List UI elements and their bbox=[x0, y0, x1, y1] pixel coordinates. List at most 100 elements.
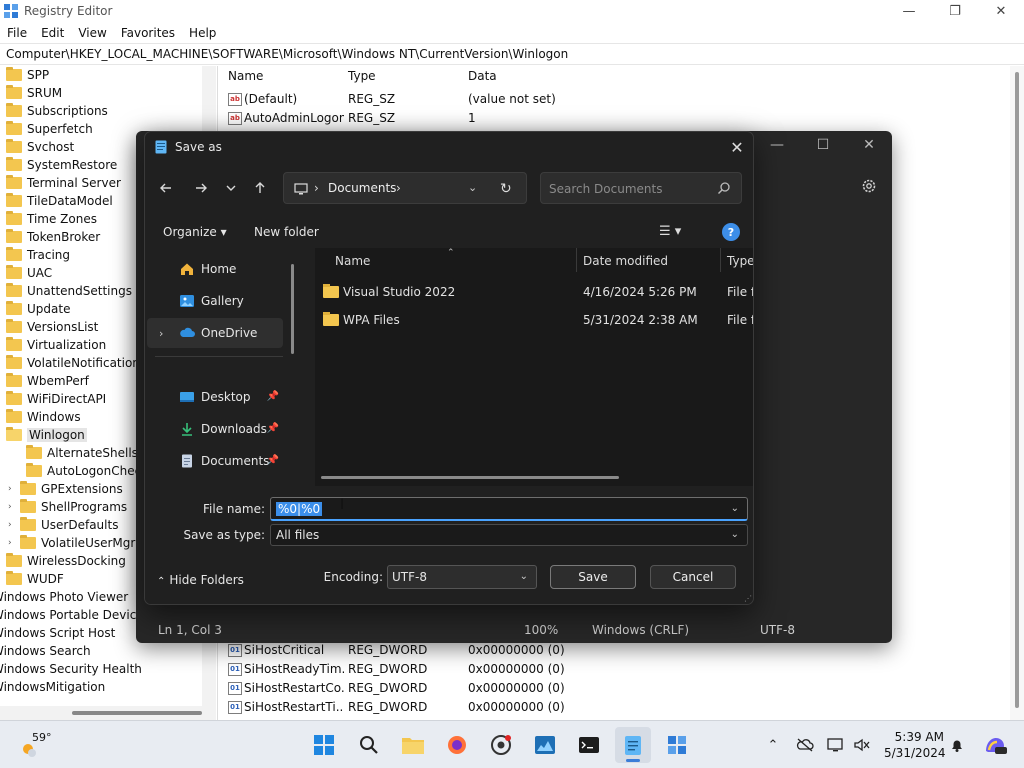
registry-tree-item[interactable]: VersionsList bbox=[6, 318, 98, 336]
back-button[interactable] bbox=[155, 177, 177, 199]
registry-value-row[interactable]: 01 SiHostCritical REG_DWORD 0x00000000 (0) bbox=[226, 641, 1016, 660]
registry-tree-item[interactable]: WindowsMitigation bbox=[0, 678, 105, 696]
registry-value-row[interactable]: ab (Default) REG_SZ (value not set) bbox=[226, 90, 1016, 109]
registry-tree-item[interactable]: Subscriptions bbox=[6, 102, 108, 120]
save-button[interactable]: Save bbox=[550, 565, 636, 589]
registry-tree-item[interactable]: Windows Photo Viewer bbox=[0, 588, 128, 606]
menu-view[interactable]: View bbox=[71, 26, 113, 40]
gear-icon[interactable] bbox=[860, 177, 878, 195]
registry-tree-item[interactable]: UAC bbox=[6, 264, 52, 282]
registry-tree-item[interactable]: Superfetch bbox=[6, 120, 93, 138]
registry-value-row[interactable]: 01 SiHostRestartCo... REG_DWORD 0x00000000 … bbox=[226, 679, 1016, 698]
registry-tree-item[interactable]: WirelessDocking bbox=[6, 552, 126, 570]
weather-widget[interactable]: 59° bbox=[18, 731, 62, 759]
registry-tree-item[interactable]: AlternateShells bbox=[26, 444, 138, 462]
registry-tree-item[interactable]: WbemPerf bbox=[6, 372, 89, 390]
registry-tree-item[interactable]: Tracing bbox=[6, 246, 70, 264]
notepad-taskbar-button[interactable] bbox=[615, 727, 651, 763]
registry-tree-item[interactable]: Time Zones bbox=[6, 210, 97, 228]
registry-tree-item[interactable]: WUDF bbox=[6, 570, 64, 588]
notepad-close-button[interactable]: ✕ bbox=[846, 131, 892, 159]
menu-edit[interactable]: Edit bbox=[34, 26, 71, 40]
menu-file[interactable]: File bbox=[0, 26, 34, 40]
file-name-value[interactable]: %0|%0 bbox=[276, 502, 323, 516]
chevron-right-icon[interactable]: › bbox=[8, 502, 18, 512]
menu-help[interactable]: Help bbox=[182, 26, 223, 40]
pin-icon[interactable]: 📌 bbox=[267, 455, 279, 466]
app-taskbar-button[interactable] bbox=[483, 727, 519, 763]
registry-tree-item[interactable]: SPP bbox=[6, 66, 49, 84]
registry-tree-item[interactable]: VolatileNotifications bbox=[6, 354, 146, 372]
minimize-button[interactable]: — bbox=[886, 0, 932, 22]
chevron-down-icon[interactable]: ⌄ bbox=[731, 529, 739, 540]
file-row[interactable]: Visual Studio 2022 4/16/2024 5:26 PM Fil… bbox=[323, 280, 753, 304]
help-button[interactable]: ? bbox=[722, 223, 740, 241]
hide-folders-button[interactable]: ⌃ Hide Folders bbox=[157, 573, 244, 587]
resize-grip[interactable]: ⋰ bbox=[744, 594, 752, 603]
column-divider[interactable] bbox=[576, 248, 577, 272]
close-button[interactable]: ✕ bbox=[978, 0, 1024, 22]
view-options-button[interactable]: ☰ ▾ bbox=[659, 224, 681, 239]
address-location[interactable]: Documents bbox=[328, 181, 396, 195]
chevron-down-icon[interactable]: ⌄ bbox=[731, 503, 739, 514]
registry-tree-item[interactable]: › UserDefaults bbox=[8, 516, 118, 534]
file-row[interactable]: WPA Files 5/31/2024 2:38 AM File folder bbox=[323, 308, 753, 332]
registry-tree-item[interactable]: Windows bbox=[6, 408, 81, 426]
registry-tree-item[interactable]: SRUM bbox=[6, 84, 62, 102]
chevron-right-icon[interactable]: › bbox=[8, 520, 18, 530]
nav-pane-scrollbar[interactable] bbox=[291, 264, 294, 354]
encoding-select[interactable]: UTF-8 ⌄ bbox=[387, 565, 537, 589]
column-header-type[interactable]: Type bbox=[727, 254, 753, 268]
start-button[interactable] bbox=[306, 727, 342, 763]
registry-value-row[interactable]: 01 SiHostRestartTi... REG_DWORD 0x00000000 … bbox=[226, 698, 1016, 717]
column-type[interactable]: Type bbox=[348, 69, 376, 83]
refresh-icon[interactable]: ↻ bbox=[500, 181, 512, 197]
column-header-name[interactable]: Name bbox=[335, 254, 370, 268]
address-bar[interactable]: › Documents › ⌄ ↻ bbox=[283, 172, 527, 204]
performance-analyzer-taskbar-button[interactable] bbox=[527, 727, 563, 763]
chevron-up-icon[interactable]: ⌃ bbox=[764, 736, 782, 754]
nav-onedrive[interactable]: › OneDrive bbox=[147, 318, 283, 348]
forward-button[interactable] bbox=[190, 177, 212, 199]
tree-horizontal-scrollbar[interactable] bbox=[0, 706, 216, 720]
search-button[interactable] bbox=[351, 727, 387, 763]
recent-locations-button[interactable] bbox=[220, 177, 242, 199]
column-header-date[interactable]: Date modified bbox=[583, 254, 668, 268]
registry-tree-item[interactable]: SystemRestore bbox=[6, 156, 117, 174]
registry-tree-item[interactable]: Svchost bbox=[6, 138, 74, 156]
registry-tree-item[interactable]: Winlogon bbox=[6, 426, 87, 444]
chevron-right-icon[interactable]: › bbox=[8, 538, 18, 548]
copilot-icon[interactable] bbox=[982, 736, 1008, 754]
search-box[interactable]: Search Documents bbox=[540, 172, 742, 204]
maximize-button[interactable]: ❐ bbox=[932, 0, 978, 22]
registry-tree-item[interactable]: › VolatileUserMgrKey bbox=[8, 534, 157, 552]
column-data[interactable]: Data bbox=[468, 69, 497, 83]
menu-favorites[interactable]: Favorites bbox=[114, 26, 182, 40]
registry-address-bar[interactable]: Computer\HKEY_LOCAL_MACHINE\SOFTWARE\Mic… bbox=[0, 43, 1024, 65]
registry-tree-item[interactable]: Update bbox=[6, 300, 70, 318]
chevron-down-icon[interactable]: ⌄ bbox=[520, 571, 528, 582]
registry-taskbar-button[interactable] bbox=[659, 727, 695, 763]
registry-value-row[interactable]: ab AutoAdminLogon REG_SZ 1 bbox=[226, 109, 1016, 128]
display-icon[interactable] bbox=[827, 736, 845, 754]
new-folder-button[interactable]: New folder bbox=[254, 225, 319, 239]
firefox-taskbar-button[interactable] bbox=[439, 727, 475, 763]
file-explorer-taskbar-button[interactable] bbox=[395, 727, 431, 763]
column-divider[interactable] bbox=[720, 248, 721, 272]
notepad-maximize-button[interactable]: ☐ bbox=[800, 131, 846, 159]
system-clock[interactable]: 5:39 AM 5/31/2024 bbox=[884, 729, 946, 761]
registry-tree-item[interactable]: Windows Portable Devices bbox=[0, 606, 150, 624]
nav-desktop[interactable]: Desktop 📌 bbox=[147, 382, 283, 412]
nav-gallery[interactable]: Gallery bbox=[147, 286, 283, 316]
nav-downloads[interactable]: Downloads 📌 bbox=[147, 414, 283, 444]
dialog-close-button[interactable]: ✕ bbox=[719, 132, 753, 162]
registry-tree-item[interactable]: TokenBroker bbox=[6, 228, 100, 246]
nav-documents[interactable]: Documents 📌 bbox=[147, 446, 283, 476]
registry-tree-item[interactable]: Virtualization bbox=[6, 336, 106, 354]
registry-tree-item[interactable]: › ShellPrograms bbox=[8, 498, 127, 516]
registry-tree-item[interactable]: Terminal Server bbox=[6, 174, 121, 192]
file-list-horizontal-scrollbar[interactable] bbox=[321, 476, 619, 479]
registry-tree-item[interactable]: UnattendSettings bbox=[6, 282, 132, 300]
save-as-type-select[interactable]: All files ⌄ bbox=[270, 524, 748, 546]
up-button[interactable] bbox=[249, 177, 271, 199]
